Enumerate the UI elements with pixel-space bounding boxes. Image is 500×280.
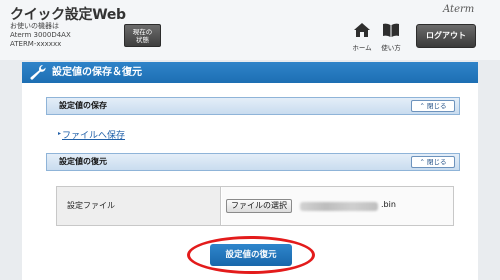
header: クイック設定Web お使いの機器は Aterm 3000D4AX ATERM-x…: [0, 0, 500, 60]
save-to-file-link[interactable]: ファイルへ保存: [62, 128, 125, 141]
link-arrow-icon: ▸: [58, 130, 62, 137]
wrench-icon: [30, 65, 46, 80]
device-info-line: お使いの機器は: [10, 22, 59, 30]
home-icon: [354, 23, 370, 37]
chevron-up-icon: ⌃: [419, 102, 425, 110]
settings-file-label: 設定ファイル: [57, 187, 221, 225]
nav-home[interactable]: ホーム: [349, 22, 375, 52]
save-section-header: 設定値の保存 ⌃ 閉じる: [46, 97, 460, 115]
brand-logo: Aterm: [443, 4, 475, 15]
device-info: お使いの機器は Aterm 3000D4AX ATERM-xxxxxx: [10, 22, 71, 49]
save-section-title: 設定値の保存: [59, 101, 107, 110]
close-label: 閉じる: [427, 158, 447, 166]
file-name-extension: .bin: [381, 200, 396, 209]
choose-file-button[interactable]: ファイルの選択: [226, 199, 292, 213]
nav-help[interactable]: 使い方: [378, 22, 404, 52]
blurred-file-name: [300, 202, 378, 211]
current-status-button[interactable]: 現在の 状態: [124, 24, 161, 47]
page-title: 設定値の保存＆復元: [52, 67, 142, 78]
chevron-up-icon: ⌃: [419, 158, 425, 166]
page-title-bar: 設定値の保存＆復元: [22, 62, 478, 83]
save-section-close-button[interactable]: ⌃ 閉じる: [411, 100, 455, 112]
settings-file-value: ファイルの選択 .bin: [222, 187, 453, 225]
nav-help-label: 使い方: [381, 44, 401, 52]
nav-home-label: ホーム: [352, 44, 372, 52]
restore-section-title: 設定値の復元: [59, 157, 107, 166]
status-button-label-line: 状態: [136, 36, 149, 44]
status-button-label-line: 現在の: [132, 28, 153, 36]
logout-button[interactable]: ログアウト: [416, 24, 476, 48]
device-info-line: Aterm 3000D4AX: [10, 31, 71, 39]
app-title: クイック設定Web: [10, 7, 126, 23]
device-info-line: ATERM-xxxxxx: [10, 40, 62, 48]
restore-section-header: 設定値の復元 ⌃ 閉じる: [46, 153, 460, 171]
settings-file-row: 設定ファイル ファイルの選択 .bin: [56, 186, 454, 226]
book-icon: [383, 23, 399, 37]
restore-settings-button[interactable]: 設定値の復元: [210, 244, 292, 266]
close-label: 閉じる: [427, 102, 447, 110]
restore-section-close-button[interactable]: ⌃ 閉じる: [411, 156, 455, 168]
